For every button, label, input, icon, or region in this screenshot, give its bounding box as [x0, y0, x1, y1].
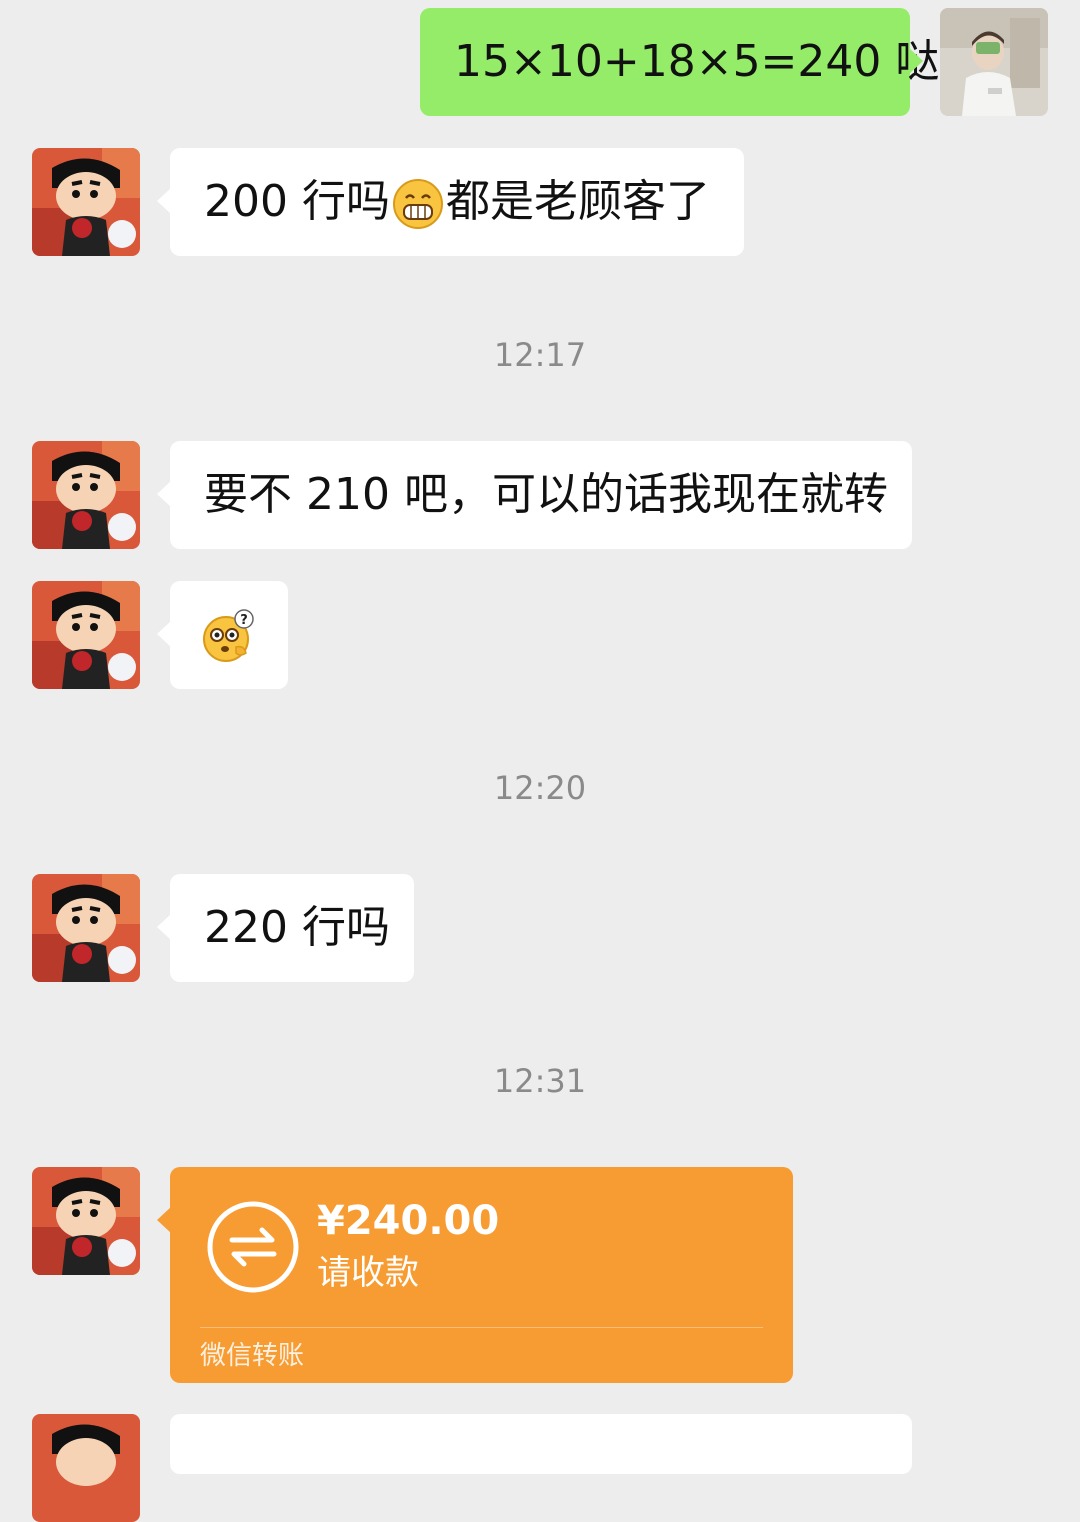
- timestamp: 12:17: [493, 336, 587, 374]
- chat-window: 15×10+18×5=240 哒 200 行吗 都是老顾客了 12:17 要不 …: [0, 0, 1080, 1522]
- svg-text:?: ?: [240, 613, 248, 628]
- confused-question-emoji: ?: [203, 609, 254, 662]
- message-bubble-incoming[interactable]: [170, 1414, 912, 1474]
- message-text: 200 行吗: [204, 176, 390, 227]
- transfer-footer-label: 微信转账: [200, 1341, 305, 1371]
- contact-avatar[interactable]: [32, 1414, 140, 1522]
- message-bubble-outgoing[interactable]: 15×10+18×5=240 哒: [420, 8, 939, 116]
- contact-avatar[interactable]: [32, 581, 140, 689]
- message-text: 要不 210 吧，可以的话我现在就转: [204, 469, 888, 520]
- contact-avatar[interactable]: [32, 1167, 140, 1275]
- transfer-status: 请收款: [317, 1253, 419, 1293]
- timestamp: 12:31: [493, 1062, 587, 1100]
- transfer-amount: ¥240.00: [317, 1198, 500, 1244]
- message-text: 220 行吗: [204, 902, 390, 953]
- contact-avatar[interactable]: [32, 148, 140, 256]
- divider: [200, 1327, 763, 1328]
- message-text: 都是老顾客了: [445, 176, 710, 227]
- my-avatar[interactable]: [940, 8, 1048, 116]
- message-bubble-incoming[interactable]: 200 行吗 都是老顾客了: [157, 148, 744, 256]
- contact-avatar[interactable]: [32, 441, 140, 549]
- message-text: 15×10+18×5=240 哒: [454, 36, 940, 87]
- grinning-face-emoji: [392, 179, 443, 229]
- transfer-arrows-icon: [207, 1201, 299, 1293]
- message-bubble-incoming[interactable]: 要不 210 吧，可以的话我现在就转: [157, 441, 912, 549]
- message-bubble-incoming[interactable]: ?: [157, 581, 288, 689]
- timestamp: 12:20: [493, 769, 587, 807]
- message-bubble-incoming[interactable]: 220 行吗: [157, 874, 414, 982]
- wechat-transfer-card[interactable]: ¥240.00 请收款 微信转账: [157, 1167, 793, 1383]
- contact-avatar[interactable]: [32, 874, 140, 982]
